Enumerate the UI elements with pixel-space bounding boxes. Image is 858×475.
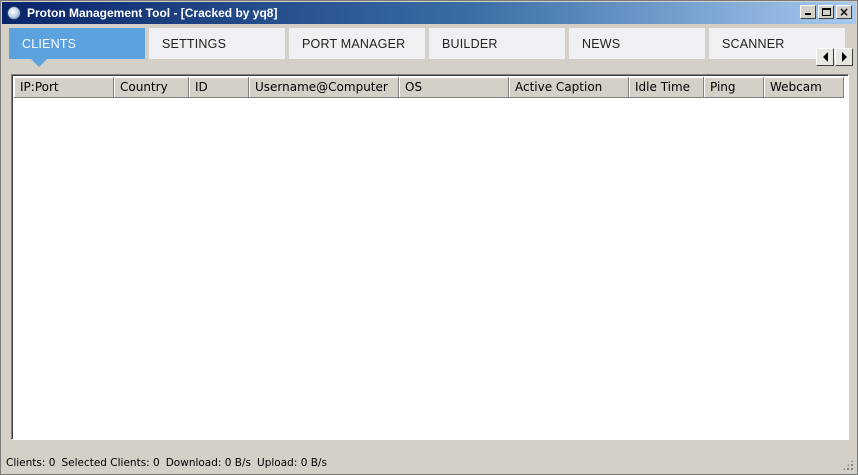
tab-scroll-right-button[interactable] xyxy=(835,48,853,66)
tab-label: PORT MANAGER xyxy=(302,36,406,51)
title-bar[interactable]: Proton Management Tool - [Cracked by yq8… xyxy=(2,2,856,24)
status-selected-clients: Selected Clients: 0 xyxy=(61,456,160,469)
tab-label: NEWS xyxy=(582,36,621,51)
tab-label: BUILDER xyxy=(442,36,498,51)
window-controls: × xyxy=(800,5,852,19)
arrow-right-icon xyxy=(841,52,847,62)
column-header-ip-port[interactable]: IP:Port xyxy=(14,77,114,98)
clients-list[interactable]: IP:Port Country ID Username@Computer OS … xyxy=(11,74,849,440)
minimize-button[interactable] xyxy=(800,5,816,19)
close-button[interactable]: × xyxy=(836,5,852,19)
close-icon: × xyxy=(838,5,850,19)
tab-settings[interactable]: SETTINGS xyxy=(149,28,285,59)
clients-list-header: IP:Port Country ID Username@Computer OS … xyxy=(14,77,844,98)
resize-grip-icon[interactable] xyxy=(842,459,854,471)
tab-scroll-left-button[interactable] xyxy=(816,48,834,66)
minimize-icon xyxy=(805,13,811,15)
globe-icon[interactable] xyxy=(7,6,21,20)
tab-news[interactable]: NEWS xyxy=(569,28,705,59)
status-upload-rate: Upload: 0 B/s xyxy=(257,456,327,469)
arrow-left-icon xyxy=(822,52,828,62)
column-header-ping[interactable]: Ping xyxy=(704,77,764,98)
tab-label: SETTINGS xyxy=(162,36,227,51)
column-header-os[interactable]: OS xyxy=(399,77,509,98)
column-header-username-computer[interactable]: Username@Computer xyxy=(249,77,399,98)
column-header-idle-time[interactable]: Idle Time xyxy=(629,77,704,98)
column-header-id[interactable]: ID xyxy=(189,77,249,98)
column-header-webcam[interactable]: Webcam xyxy=(764,77,844,98)
status-clients-count: Clients: 0 xyxy=(6,456,56,469)
maximize-button[interactable] xyxy=(818,5,834,19)
column-header-active-caption[interactable]: Active Caption xyxy=(509,77,629,98)
main-tab-bar: CLIENTS SETTINGS PORT MANAGER BUILDER NE… xyxy=(9,28,855,67)
column-header-country[interactable]: Country xyxy=(114,77,189,98)
status-download-rate: Download: 0 B/s xyxy=(165,456,252,469)
app-window: Proton Management Tool - [Cracked by yq8… xyxy=(0,0,858,475)
window-title: Proton Management Tool - [Cracked by yq8… xyxy=(27,6,278,20)
tab-port-manager[interactable]: PORT MANAGER xyxy=(289,28,425,59)
status-bar: Clients: 0 Selected Clients: 0 Download:… xyxy=(2,452,856,473)
tab-builder[interactable]: BUILDER xyxy=(429,28,565,59)
tab-clients[interactable]: CLIENTS xyxy=(9,28,145,67)
tab-label: CLIENTS xyxy=(22,36,77,51)
maximize-icon xyxy=(822,8,831,16)
tab-label: SCANNER xyxy=(722,36,785,51)
